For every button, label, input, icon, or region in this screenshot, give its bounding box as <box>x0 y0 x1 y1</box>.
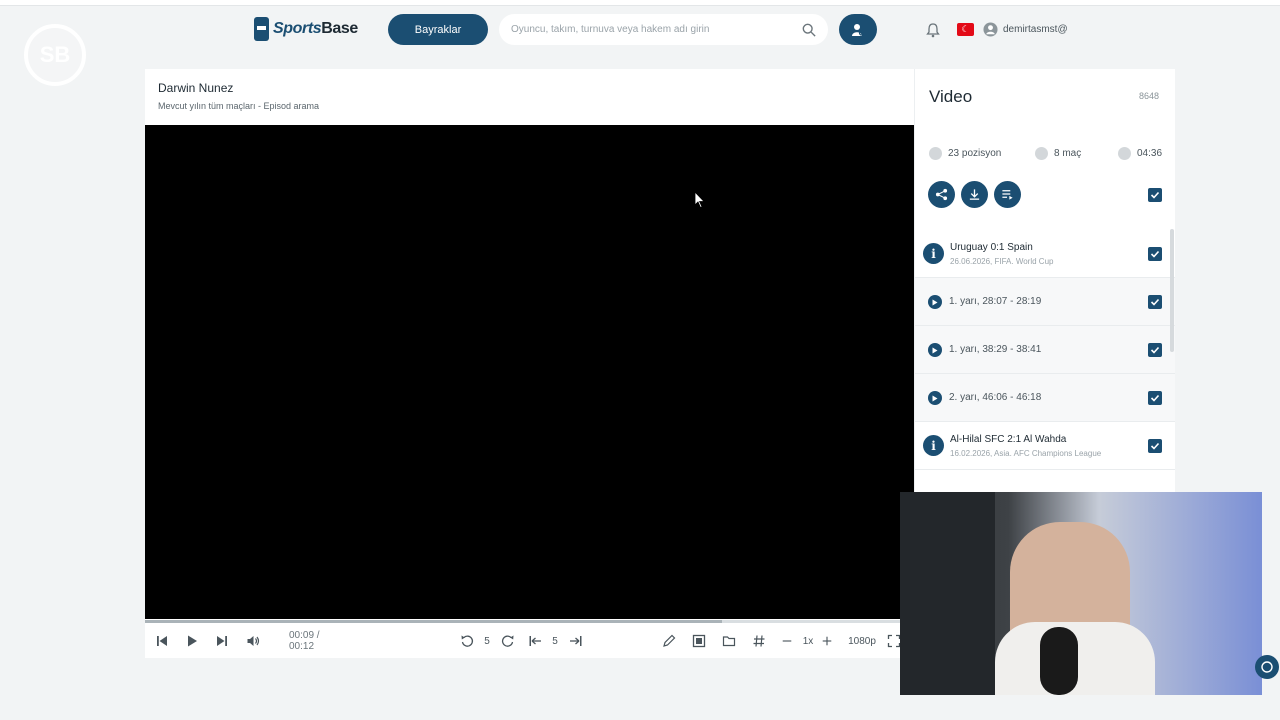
match-meta: 26.06.2026, FIFA. World Cup <box>950 257 1054 266</box>
speed-value: 1x <box>802 635 814 647</box>
sportsbase-logo[interactable]: SportsBase <box>254 17 358 41</box>
user-search-button[interactable] <box>839 14 877 45</box>
chat-support-icon[interactable] <box>1255 655 1279 679</box>
item-checkbox[interactable] <box>1148 391 1162 405</box>
play-icon[interactable] <box>185 632 199 650</box>
next-icon[interactable] <box>215 632 229 650</box>
match-meta: 16.02.2026, Asia. AFC Champions League <box>950 449 1102 458</box>
list-item-clip[interactable]: 2. yarı, 46:06 - 46:18 <box>915 374 1175 422</box>
rewind-icon[interactable] <box>460 632 474 650</box>
match-title: Uruguay 0:1 Spain <box>950 242 1033 253</box>
clip-label: 2. yarı, 46:06 - 46:18 <box>949 392 1042 403</box>
download-icon <box>969 189 980 200</box>
time-display: 00:09 / 00:12 <box>289 630 320 652</box>
flags-button[interactable]: Bayraklar <box>388 14 488 45</box>
duration-stat: 04:36 <box>1118 147 1162 160</box>
logo-mark-icon <box>254 17 269 41</box>
clip-label: 1. yarı, 28:07 - 28:19 <box>949 296 1042 307</box>
skip-seconds: 5 <box>552 635 558 647</box>
clip-list: i Uruguay 0:1 Spain 26.06.2026, FIFA. Wo… <box>915 230 1175 470</box>
top-border <box>0 0 1280 6</box>
play-clip-icon[interactable] <box>928 391 942 405</box>
jump-start-icon[interactable] <box>528 632 542 650</box>
clock-icon <box>1118 147 1131 160</box>
list-item-match[interactable]: i Al-Hilal SFC 2:1 Al Wahda 16.02.2026, … <box>915 422 1175 470</box>
player-controls: 00:09 / 00:12 5 5 1x 1080p <box>145 626 914 656</box>
webcam-microphone <box>1040 627 1078 695</box>
rewind-seconds: 5 <box>484 635 490 647</box>
select-all-checkbox[interactable] <box>1148 188 1162 202</box>
video-player-card: Darwin Nunez Mevcut yılın tüm maçları - … <box>145 69 914 658</box>
play-clip-icon[interactable] <box>928 343 942 357</box>
seek-bar[interactable] <box>145 620 914 623</box>
volume-icon[interactable] <box>245 632 261 650</box>
speed-plus-icon[interactable] <box>821 632 833 650</box>
search-icon[interactable] <box>802 23 816 37</box>
turkey-flag-icon[interactable]: ☾ <box>957 23 974 36</box>
info-icon: i <box>923 435 944 456</box>
playlist-button[interactable] <box>994 181 1021 208</box>
search-input[interactable] <box>511 24 802 35</box>
item-checkbox[interactable] <box>1148 439 1162 453</box>
webcam-overlay <box>900 492 1262 695</box>
matches-stat: 8 maç <box>1035 147 1081 160</box>
share-icon <box>935 188 948 201</box>
list-scrollbar[interactable] <box>1170 229 1174 352</box>
fullscreen-icon[interactable] <box>887 632 901 650</box>
info-icon: i <box>923 243 944 264</box>
pen-icon[interactable] <box>662 632 676 650</box>
list-item-clip[interactable]: 1. yarı, 38:29 - 38:41 <box>915 326 1175 374</box>
user-avatar-icon[interactable] <box>983 22 998 37</box>
username-label[interactable]: demirtasmst@ <box>1003 24 1068 35</box>
channel-watermark-logo: SB <box>24 24 86 86</box>
quality-selector[interactable]: 1080p <box>846 632 878 650</box>
search-bar[interactable] <box>499 14 828 45</box>
list-item-match[interactable]: i Uruguay 0:1 Spain 26.06.2026, FIFA. Wo… <box>915 230 1175 278</box>
previous-icon[interactable] <box>155 632 169 650</box>
jump-end-icon[interactable] <box>569 632 583 650</box>
forward-icon[interactable] <box>501 632 515 650</box>
positions-stat: 23 pozisyon <box>929 147 1001 160</box>
mouse-cursor-icon <box>695 192 705 208</box>
match-icon <box>1035 147 1048 160</box>
webcam-background-shelf <box>900 492 995 695</box>
bell-icon[interactable] <box>925 22 941 38</box>
user-search-icon <box>852 23 865 36</box>
video-count: 8648 <box>1138 91 1159 101</box>
hashtag-icon[interactable] <box>752 632 766 650</box>
speed-minus-icon[interactable] <box>781 632 793 650</box>
share-button[interactable] <box>928 181 955 208</box>
playlist-icon <box>1002 190 1013 200</box>
download-button[interactable] <box>961 181 988 208</box>
player-subtitle: Mevcut yılın tüm maçları - Episod arama <box>158 101 320 111</box>
match-title: Al-Hilal SFC 2:1 Al Wahda <box>950 434 1067 445</box>
sidebar-title: Video <box>929 87 973 106</box>
clip-label: 1. yarı, 38:29 - 38:41 <box>949 344 1042 355</box>
item-checkbox[interactable] <box>1148 343 1162 357</box>
folder-icon[interactable] <box>722 632 736 650</box>
list-item-clip[interactable]: 1. yarı, 28:07 - 28:19 <box>915 278 1175 326</box>
item-checkbox[interactable] <box>1148 247 1162 261</box>
video-area[interactable] <box>145 125 914 619</box>
position-icon <box>929 147 942 160</box>
video-sidebar: Video 8648 23 pozisyon 8 maç 04:36 i Uru… <box>914 69 1175 493</box>
stats-row: 23 pozisyon 8 maç 04:36 <box>929 147 1164 163</box>
seek-bar-progress <box>145 620 722 623</box>
item-checkbox[interactable] <box>1148 295 1162 309</box>
play-clip-icon[interactable] <box>928 295 942 309</box>
frame-select-icon[interactable] <box>692 632 706 650</box>
player-title: Darwin Nunez <box>158 81 234 95</box>
